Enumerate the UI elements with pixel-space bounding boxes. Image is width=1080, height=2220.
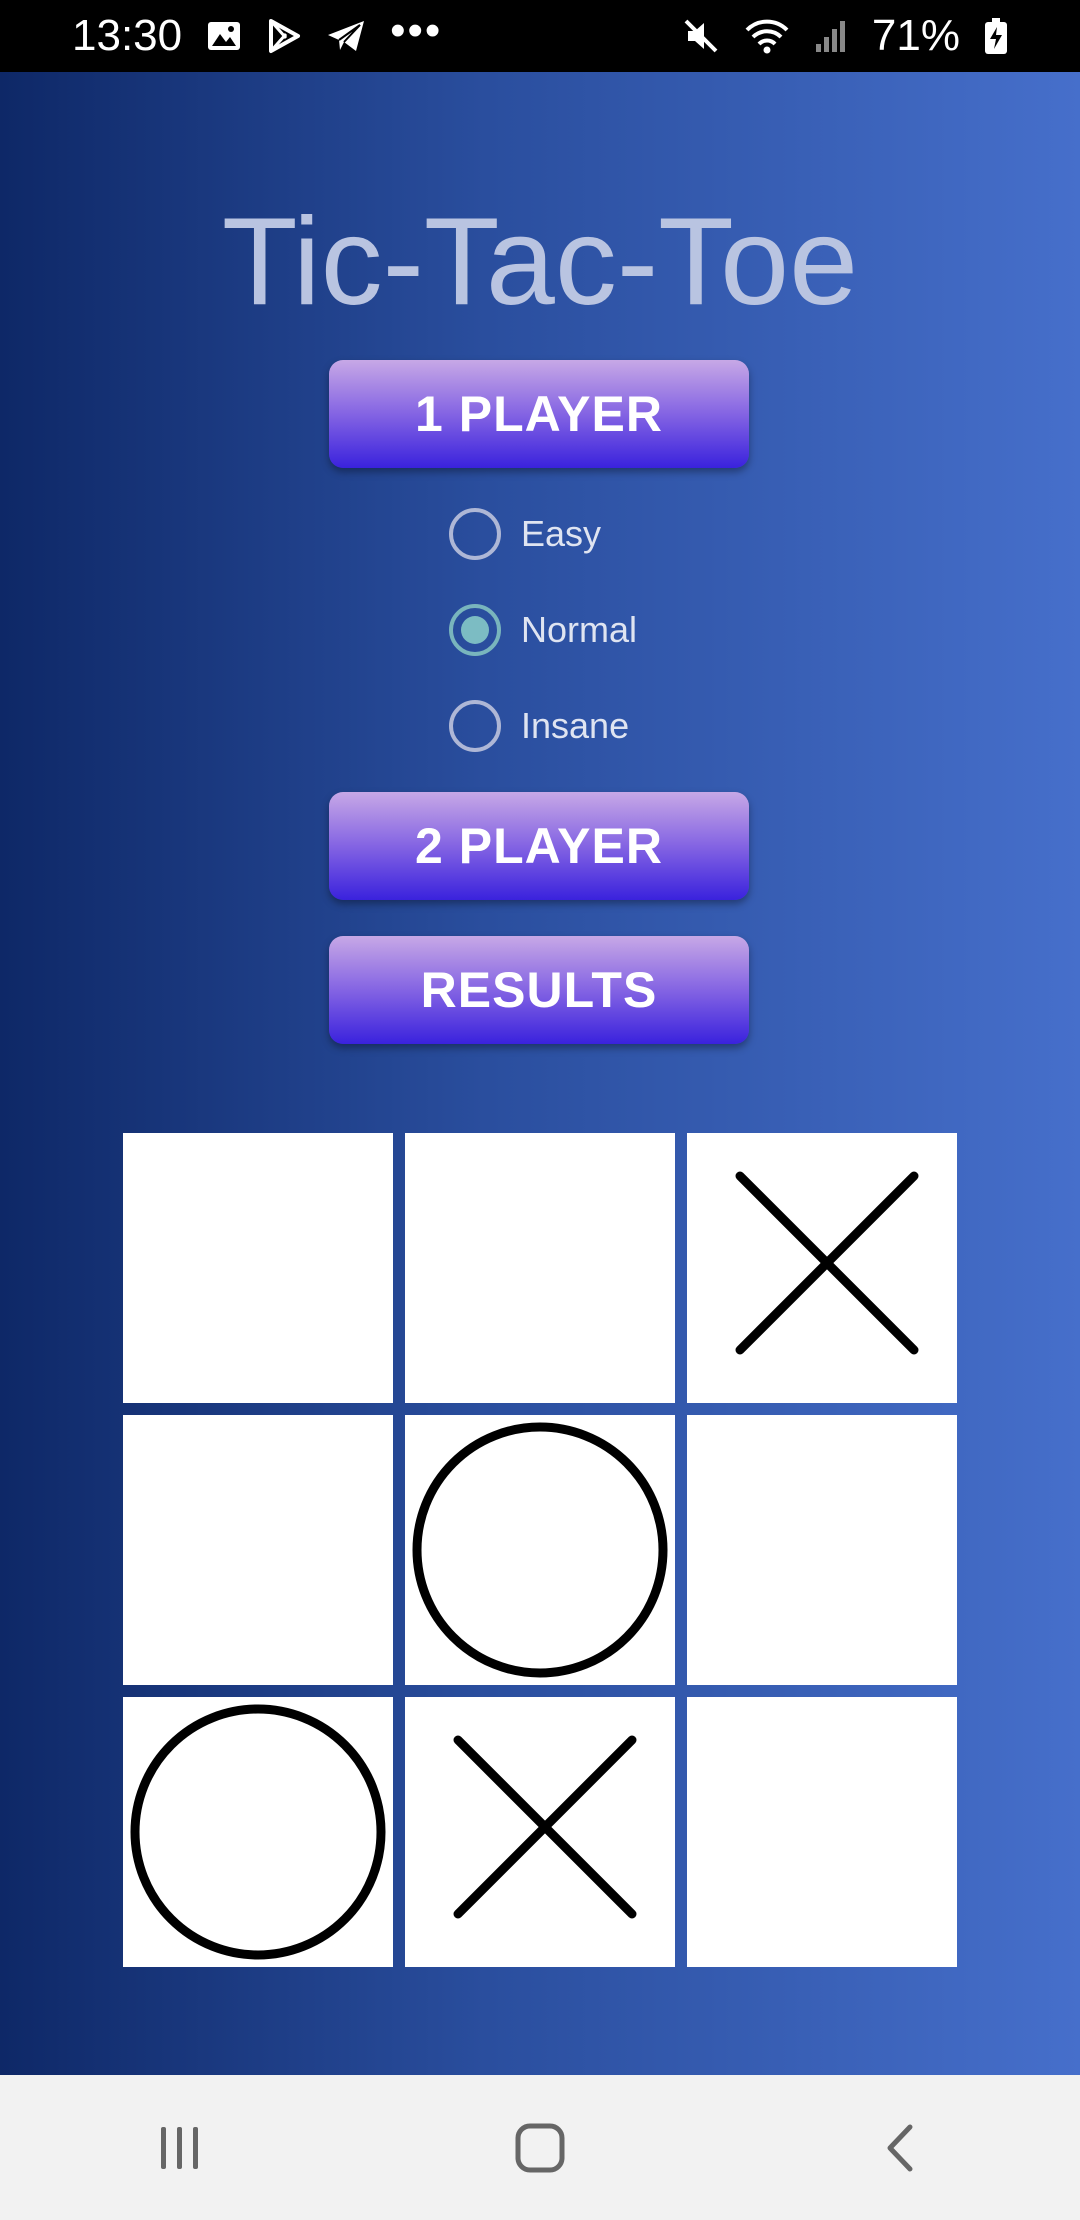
status-bar: 13:30 ••• 71% <box>0 0 1080 72</box>
board-cell-1-2[interactable] <box>687 1415 957 1685</box>
radio-normal[interactable]: Normal <box>449 598 637 662</box>
page-title: Tic-Tac-Toe <box>221 193 859 331</box>
board-cell-2-0[interactable] <box>123 1697 393 1967</box>
board-cell-1-0[interactable] <box>123 1415 393 1685</box>
board-cell-0-2[interactable] <box>687 1133 957 1403</box>
radio-insane[interactable]: Insane <box>449 694 629 758</box>
signal-icon <box>814 18 848 54</box>
board-cell-1-1[interactable] <box>405 1415 675 1685</box>
status-time: 13:30 <box>72 11 183 60</box>
board-cell-0-0[interactable] <box>123 1133 393 1403</box>
radio-easy[interactable]: Easy <box>449 502 601 566</box>
home-icon <box>515 2123 565 2172</box>
wifi-icon <box>744 17 790 55</box>
more-notifications-icon: ••• <box>390 6 443 55</box>
navigation-bar <box>0 2075 1080 2220</box>
radio-button-unchecked[interactable] <box>449 508 501 560</box>
recent-apps-icon <box>161 2126 198 2169</box>
game-screen: Tic-Tac-Toe 1 PLAYER Easy Normal Insane … <box>0 72 1080 2075</box>
radio-button-unchecked[interactable] <box>449 700 501 752</box>
board-cell-2-2[interactable] <box>687 1697 957 1967</box>
telegram-icon <box>326 18 366 54</box>
play-store-icon <box>266 18 302 54</box>
o-mark-icon <box>130 1704 386 1960</box>
back-icon <box>887 2124 913 2171</box>
status-left: 13:30 ••• <box>72 6 442 61</box>
game-board <box>123 1133 957 1967</box>
back-button[interactable] <box>840 2098 960 2198</box>
board-cell-0-1[interactable] <box>405 1133 675 1403</box>
radio-dot <box>461 616 489 644</box>
board-cell-2-1[interactable] <box>405 1697 675 1967</box>
gallery-icon <box>206 18 242 54</box>
one-player-button[interactable]: 1 PLAYER <box>329 360 749 468</box>
recent-apps-button[interactable] <box>120 2098 240 2198</box>
radio-label-easy: Easy <box>521 513 602 554</box>
radio-label-normal: Normal <box>521 609 638 650</box>
x-mark-icon <box>735 1171 919 1355</box>
two-player-button[interactable]: 2 PLAYER <box>329 792 749 900</box>
battery-percent: 71% <box>871 11 960 60</box>
radio-button-checked[interactable] <box>449 604 501 656</box>
x-mark-icon <box>453 1735 637 1919</box>
battery-charging-icon <box>984 17 1008 55</box>
mute-icon <box>682 17 720 55</box>
results-button[interactable]: RESULTS <box>329 936 749 1044</box>
home-button[interactable] <box>480 2098 600 2198</box>
radio-label-insane: Insane <box>521 705 630 746</box>
o-mark-icon <box>412 1422 668 1678</box>
status-right: 71% <box>682 11 1008 61</box>
